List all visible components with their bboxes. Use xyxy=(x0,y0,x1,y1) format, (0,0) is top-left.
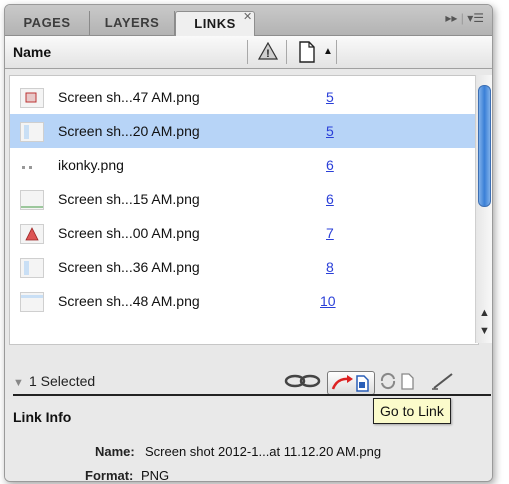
panel-divider[interactable] xyxy=(13,394,491,396)
svg-text:!: ! xyxy=(266,48,270,60)
edit-original-icon[interactable] xyxy=(430,371,458,393)
file-name: Screen sh...47 AM.png xyxy=(58,89,200,105)
column-header: Name ! ▲ xyxy=(5,36,492,69)
panel-tools: ▸▸ | ▾☰ xyxy=(445,11,484,25)
page-number-link[interactable]: 8 xyxy=(326,259,334,275)
list-item[interactable]: Screen sh...48 AM.png 10 xyxy=(10,284,478,318)
sort-ascending-icon[interactable]: ▲ xyxy=(323,46,333,57)
scroll-down-arrow-icon[interactable]: ▼ xyxy=(479,325,490,337)
png-thumbnail-icon xyxy=(20,224,44,244)
collapse-panel-icon[interactable]: ▸▸ xyxy=(445,11,457,25)
file-name: Screen sh...15 AM.png xyxy=(58,191,200,207)
panel-menu-icon[interactable]: ▾☰ xyxy=(467,11,484,25)
panel-tab-bar: PAGES LAYERS LINKS ✕ ▸▸ | ▾☰ xyxy=(5,5,492,36)
column-divider xyxy=(247,40,248,64)
update-link-icon[interactable] xyxy=(378,371,418,393)
tooltip: Go to Link xyxy=(373,398,451,424)
page-number-link[interactable]: 7 xyxy=(326,225,334,241)
name-column-header[interactable]: Name xyxy=(13,44,51,60)
scrollbar-thumb[interactable] xyxy=(478,85,491,207)
png-thumbnail-icon xyxy=(20,190,44,210)
png-thumbnail-icon xyxy=(20,88,44,108)
vertical-scrollbar[interactable]: ▲ ▼ xyxy=(475,75,492,343)
disclosure-triangle-icon[interactable]: ▼ xyxy=(13,377,24,389)
png-thumbnail-icon xyxy=(20,292,44,312)
list-item[interactable]: ikonky.png 6 xyxy=(10,148,478,182)
list-item[interactable]: Screen sh...47 AM.png 5 xyxy=(10,80,478,114)
tab-pages[interactable]: PAGES xyxy=(5,11,90,35)
file-name: ikonky.png xyxy=(58,157,124,173)
page-number-link[interactable]: 6 xyxy=(326,157,334,173)
png-thumbnail-icon xyxy=(20,258,44,278)
file-name: Screen sh...48 AM.png xyxy=(58,293,200,309)
go-to-link-button[interactable] xyxy=(327,371,375,395)
scroll-up-arrow-icon[interactable]: ▲ xyxy=(479,307,490,319)
tab-close-icon[interactable]: ✕ xyxy=(243,10,252,23)
file-name: Screen sh...00 AM.png xyxy=(58,225,200,241)
relink-icon[interactable] xyxy=(283,371,323,393)
selection-status-bar: ▼ 1 Selected xyxy=(5,367,492,397)
page-number-link[interactable]: 10 xyxy=(320,293,336,309)
column-divider xyxy=(286,40,287,64)
list-item[interactable]: Screen sh...36 AM.png 8 xyxy=(10,250,478,284)
tab-links-label: LINKS xyxy=(194,16,236,31)
link-info-title[interactable]: Link Info xyxy=(13,409,71,425)
format-label: Format: xyxy=(85,468,134,482)
tab-layers[interactable]: LAYERS xyxy=(90,11,175,35)
list-item[interactable]: Screen sh...15 AM.png 6 xyxy=(10,182,478,216)
selection-count: 1 Selected xyxy=(29,373,96,389)
list-item-selected[interactable]: Screen sh...20 AM.png 5 xyxy=(10,114,478,148)
warning-icon[interactable]: ! xyxy=(257,41,279,65)
name-label: Name: xyxy=(95,444,135,459)
png-thumbnail-icon xyxy=(20,156,42,174)
png-thumbnail-icon xyxy=(20,122,44,142)
file-name: Screen sh...36 AM.png xyxy=(58,259,200,275)
list-item[interactable]: Screen sh...00 AM.png 7 xyxy=(10,216,478,250)
file-name: Screen sh...20 AM.png xyxy=(58,123,200,139)
page-column-icon[interactable] xyxy=(298,41,316,68)
page-number-link[interactable]: 5 xyxy=(326,89,334,105)
page-number-link[interactable]: 5 xyxy=(326,123,334,139)
format-value: PNG xyxy=(141,468,170,482)
name-value: Screen shot 2012-1...at 11.12.20 AM.png xyxy=(145,444,382,459)
page-number-link[interactable]: 6 xyxy=(326,191,334,207)
links-list: Screen sh...47 AM.png 5 Screen sh...20 A… xyxy=(9,75,479,345)
column-divider xyxy=(336,40,337,64)
